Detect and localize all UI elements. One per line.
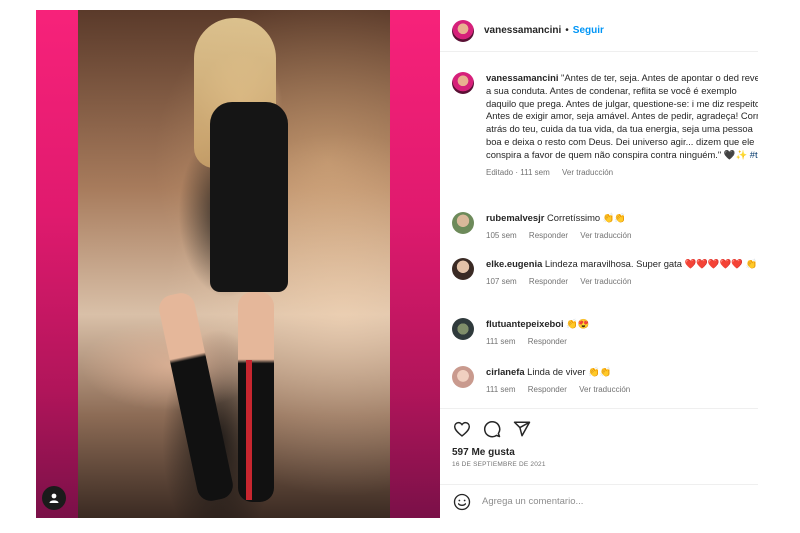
comment-time: 107 sem xyxy=(486,276,517,286)
comment-content: Lindeza maravilhosa. Super gata ❤️❤️❤️❤️… xyxy=(544,258,758,269)
caption-translate-link[interactable]: Ver traducción xyxy=(562,168,613,177)
follow-button[interactable]: Seguir xyxy=(573,25,604,36)
comment-input[interactable] xyxy=(482,496,722,507)
share-button[interactable] xyxy=(512,419,532,439)
comment-avatar[interactable] xyxy=(452,258,474,280)
comment-body: rubemalvesjr Corretíssimo 👏👏 105 sem Res… xyxy=(486,212,758,240)
comment-meta: 107 sem Responder Ver traducción xyxy=(486,277,758,286)
user-icon xyxy=(49,493,59,503)
author-avatar[interactable] xyxy=(452,19,474,42)
comment-time: 111 sem xyxy=(486,336,516,346)
comment-item: flutuantepeixeboi 👏😍 111 sem Responder xyxy=(452,318,758,346)
photo-figure-leg xyxy=(156,290,236,504)
translate-link[interactable]: Ver traducción xyxy=(579,385,630,394)
photo-figure-leg xyxy=(238,292,274,502)
comment-item: cirlanefa Linda de viver 👏👏 111 sem Resp… xyxy=(452,366,758,394)
comment-body: flutuantepeixeboi 👏😍 111 sem Responder xyxy=(486,318,758,346)
comment-username[interactable]: rubemalvesjr xyxy=(486,212,544,223)
comment-avatar[interactable] xyxy=(452,366,474,388)
comment-content: Corretíssimo 👏👏 xyxy=(546,212,627,223)
comment-time: 105 sem xyxy=(486,230,517,240)
caption-username[interactable]: vanessamancini xyxy=(486,72,558,83)
comment-username[interactable]: cirlanefa xyxy=(486,366,525,377)
reply-button[interactable]: Responder xyxy=(528,337,567,346)
comment-time: 111 sem xyxy=(486,384,516,394)
smiley-icon xyxy=(453,493,471,510)
post-header: vanessamancini • Seguir xyxy=(440,10,758,52)
caption-edited: Editado · 111 sem xyxy=(486,167,550,177)
hashtag-link[interactable]: #tbt xyxy=(750,149,758,160)
emoji-button[interactable] xyxy=(452,492,472,512)
reply-button[interactable]: Responder xyxy=(529,277,568,286)
comment-username[interactable]: elke.eugenia xyxy=(486,258,542,269)
likes-count[interactable]: 597 Me gusta xyxy=(452,447,746,458)
comment-text: flutuantepeixeboi 👏😍 xyxy=(486,318,758,331)
comment-item: elke.eugenia Lindeza maravilhosa. Super … xyxy=(452,258,758,286)
photo-boot-stripe xyxy=(246,360,252,500)
caption-content: "Antes de ter, seja. Antes de apontar o … xyxy=(486,72,758,160)
photo-figure-body xyxy=(210,102,288,292)
comment-text: cirlanefa Linda de viver 👏👏 xyxy=(486,366,758,379)
post-date: 16 DE SEPTIEMBRE DE 2021 xyxy=(452,461,546,468)
comment-username[interactable]: flutuantepeixeboi xyxy=(486,318,564,329)
share-icon xyxy=(513,421,531,437)
comment-meta: 111 sem Responder xyxy=(486,337,758,346)
caption-body: vanessamancini "Antes de ter, seja. Ante… xyxy=(486,72,758,177)
like-button[interactable] xyxy=(452,419,472,439)
comment-meta: 105 sem Responder Ver traducción xyxy=(486,231,758,240)
comment-body: cirlanefa Linda de viver 👏👏 111 sem Resp… xyxy=(486,366,758,394)
caption-avatar[interactable] xyxy=(452,72,474,94)
caption: vanessamancini "Antes de ter, seja. Ante… xyxy=(452,72,758,177)
reply-button[interactable]: Responder xyxy=(529,231,568,240)
comments-section[interactable]: vanessamancini "Antes de ter, seja. Ante… xyxy=(440,62,758,402)
comment-content: Linda de viver 👏👏 xyxy=(527,366,612,377)
action-icons-row xyxy=(452,417,746,441)
post-photo xyxy=(78,10,390,518)
post-actions: 597 Me gusta 16 DE SEPTIEMBRE DE 2021 xyxy=(440,408,758,488)
heart-icon xyxy=(453,421,471,437)
comment-text: rubemalvesjr Corretíssimo 👏👏 xyxy=(486,212,758,225)
translate-link[interactable]: Ver traducción xyxy=(580,277,631,286)
author-username[interactable]: vanessamancini xyxy=(484,25,561,36)
caption-text: vanessamancini "Antes de ter, seja. Ante… xyxy=(486,72,758,162)
post-side-panel: vanessamancini • Seguir vanessamancini "… xyxy=(440,10,758,518)
tagged-user-icon[interactable] xyxy=(42,486,66,510)
header-separator: • xyxy=(565,25,569,36)
reply-button[interactable]: Responder xyxy=(528,385,567,394)
comment-button[interactable] xyxy=(482,419,502,439)
comment-icon xyxy=(484,421,501,438)
comment-meta: 111 sem Responder Ver traducción xyxy=(486,385,758,394)
comment-body: elke.eugenia Lindeza maravilhosa. Super … xyxy=(486,258,758,286)
caption-meta: Editado · 111 sem Ver traducción xyxy=(486,168,758,177)
comment-text: elke.eugenia Lindeza maravilhosa. Super … xyxy=(486,258,758,271)
post-image-panel[interactable] xyxy=(36,10,440,518)
comment-avatar[interactable] xyxy=(452,212,474,234)
add-comment-bar xyxy=(440,484,758,518)
translate-link[interactable]: Ver traducción xyxy=(580,231,631,240)
comment-avatar[interactable] xyxy=(452,318,474,340)
comment-item: rubemalvesjr Corretíssimo 👏👏 105 sem Res… xyxy=(452,212,758,240)
comment-content: 👏😍 xyxy=(566,318,590,329)
